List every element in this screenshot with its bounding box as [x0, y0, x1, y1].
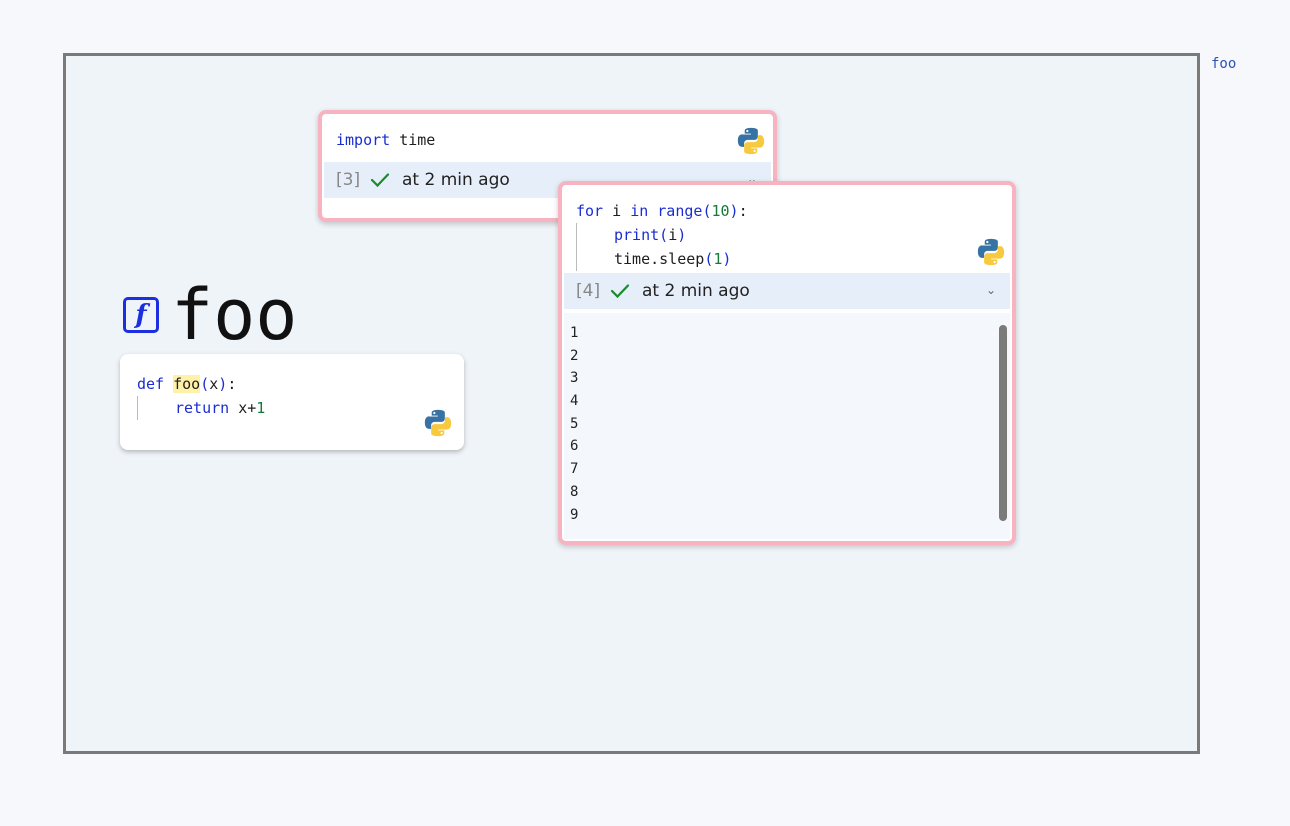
- execution-time: at 2 min ago: [642, 281, 750, 301]
- function-header: f foo: [123, 274, 298, 356]
- output-line: 3: [570, 370, 579, 387]
- execution-count: [3]: [336, 170, 361, 190]
- builtin-print: print: [614, 226, 660, 244]
- keyword-import: import: [336, 131, 391, 149]
- loop-var: i: [612, 202, 622, 220]
- number-literal: 1: [256, 399, 266, 417]
- cell-status-bar[interactable]: [4] at 2 min ago ⌄: [564, 273, 1010, 309]
- colon: :: [227, 375, 237, 393]
- module-name: time: [399, 131, 436, 149]
- cell-output[interactable]: 1 2 3 4 5 6 7 8 9: [564, 313, 1010, 539]
- chevron-down-icon[interactable]: ⌄: [986, 283, 996, 297]
- function-icon: f: [123, 297, 159, 333]
- function-arg: x: [209, 375, 219, 393]
- function-code[interactable]: def foo(x): return x+1: [137, 372, 265, 420]
- print-arg: i: [668, 226, 678, 244]
- function-name-highlight: foo: [173, 375, 201, 393]
- cell-code[interactable]: import time: [336, 128, 435, 152]
- colon: :: [738, 202, 748, 220]
- checkmark-icon: [610, 284, 630, 299]
- paren-close: ): [218, 375, 228, 393]
- python-logo-icon: [977, 238, 1005, 266]
- paren-close: ): [677, 226, 687, 244]
- output-line: 4: [570, 393, 579, 410]
- cell-code[interactable]: for i in range(10): print(i) time.sleep(…: [576, 199, 748, 271]
- output-line: 7: [570, 461, 579, 478]
- output-scrollbar[interactable]: [999, 325, 1007, 521]
- checkmark-icon: [370, 173, 390, 188]
- keyword-def: def: [137, 375, 165, 393]
- output-line: 8: [570, 483, 579, 500]
- paren-open: (: [704, 250, 714, 268]
- number-literal: 10: [711, 202, 730, 220]
- scrollbar-thumb[interactable]: [999, 325, 1007, 521]
- paren-close: ): [722, 250, 732, 268]
- keyword-for: for: [576, 202, 604, 220]
- execution-count: [4]: [576, 281, 601, 301]
- paren-close: ): [729, 202, 739, 220]
- paren-open: (: [200, 375, 210, 393]
- code-cell-loop[interactable]: for i in range(10): print(i) time.sleep(…: [558, 181, 1016, 545]
- execution-time: at 2 min ago: [402, 170, 510, 190]
- builtin-range: range: [657, 202, 703, 220]
- function-definition-card[interactable]: def foo(x): return x+1: [120, 354, 464, 450]
- output-line: 9: [570, 506, 579, 523]
- keyword-return: return: [175, 399, 230, 417]
- output-line: 2: [570, 347, 579, 364]
- python-logo-icon: [424, 409, 452, 437]
- output-line: 6: [570, 438, 579, 455]
- keyword-in: in: [630, 202, 649, 220]
- output-line: 5: [570, 415, 579, 432]
- function-name: foo: [171, 274, 298, 356]
- return-expr: x+: [238, 399, 257, 417]
- paren-open: (: [659, 226, 669, 244]
- sleep-call: time.sleep: [614, 250, 705, 268]
- output-line: 1: [570, 325, 579, 341]
- python-logo-icon: [737, 127, 765, 155]
- side-label[interactable]: foo: [1211, 56, 1236, 72]
